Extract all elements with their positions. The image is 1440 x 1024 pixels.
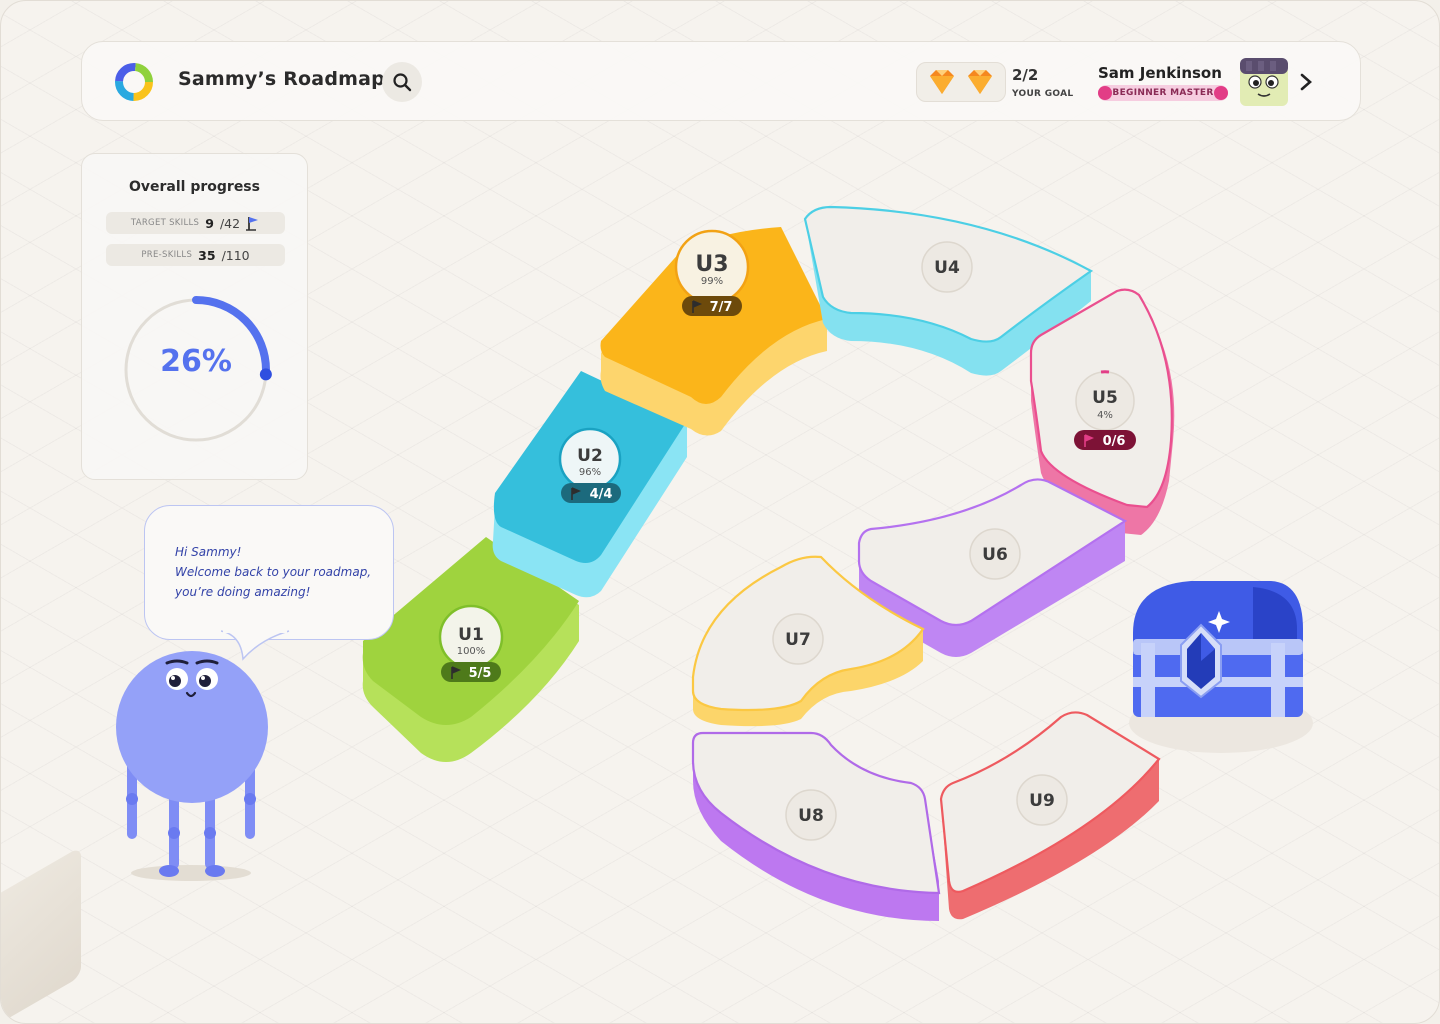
bubble-line-2: Welcome back to your roadmap, [175,565,372,579]
unit-tile-u8[interactable]: U8 [691,731,941,921]
pre-skills-row: PRE-SKILLS 35 /110 [106,244,285,266]
pre-skills-label: PRE-SKILLS [141,250,193,260]
gem-icon [968,70,992,94]
bubble-line-1: Hi Sammy! [175,545,242,559]
user-rank-label: BEGINNER MASTER [1112,88,1214,98]
gem-icon [930,70,954,94]
user-name[interactable]: Sam Jenkinson [1098,64,1222,82]
unit-label-u1: U1 [458,625,484,645]
flag-icon [246,217,259,231]
avatar[interactable] [1238,56,1290,108]
unit-skills-u2: 4/4 [590,487,613,502]
unit-label-u4: U4 [934,258,960,278]
unit-label-u2: U2 [577,446,603,466]
chevron-right-icon[interactable] [1296,70,1316,94]
bubble-line-3: you’re doing amazing! [175,585,311,599]
unit-label-u7: U7 [785,630,811,650]
unit-label-u8: U8 [798,806,824,826]
unit-percent-u1: 100% [457,646,486,657]
goal-label: YOUR GOAL [1012,89,1074,99]
progress-percent: 26% [160,344,232,379]
unit-label-u5: U5 [1092,388,1118,408]
unit-label-u9: U9 [1029,791,1055,811]
unit-skills-u5: 0/6 [1103,434,1126,449]
progress-title: Overall progress [129,179,260,195]
bubble-text: Hi Sammy! Welcome back to your roadmap, … [175,542,385,602]
user-rank-badge: BEGINNER MASTER [1098,85,1228,101]
search-icon [393,73,412,92]
goal-count: 2/2 [1012,66,1039,84]
pre-skills-total: /110 [221,247,250,263]
search-button[interactable] [382,62,422,102]
logo-ring-icon[interactable] [112,60,156,104]
app-canvas: U1 100% 5/5 U2 96% 4/4 U3 99% 7/7 U4 U5 … [0,0,1440,1024]
unit-skills-u1: 5/5 [469,666,492,681]
unit-skills-u3: 7/7 [710,300,733,315]
goal-gems[interactable] [916,62,1006,102]
unit-label-u6: U6 [982,545,1008,565]
target-skills-total: /42 [219,215,241,231]
mascot-character [116,651,268,881]
unit-percent-u3: 99% [701,276,723,287]
pre-skills-value: 35 [198,247,216,263]
speech-bubble: Hi Sammy! Welcome back to your roadmap, … [144,505,394,640]
treasure-chest-icon[interactable] [1121,573,1321,753]
unit-percent-u2: 96% [579,467,601,478]
target-skills-row: TARGET SKILLS 9 /42 [106,212,285,234]
unit-percent-u5: 4% [1097,410,1113,421]
page-title: Sammy’s Roadmap [178,68,385,90]
unit-label-u3: U3 [695,252,728,277]
target-skills-value: 9 [205,215,214,231]
top-header: Sammy’s Roadmap 2/2 YOUR GOAL Sam Jenkin… [81,41,1361,121]
overall-progress-card: Overall progress TARGET SKILLS 9 /42 PRE… [81,153,308,480]
target-skills-label: TARGET SKILLS [130,218,200,228]
